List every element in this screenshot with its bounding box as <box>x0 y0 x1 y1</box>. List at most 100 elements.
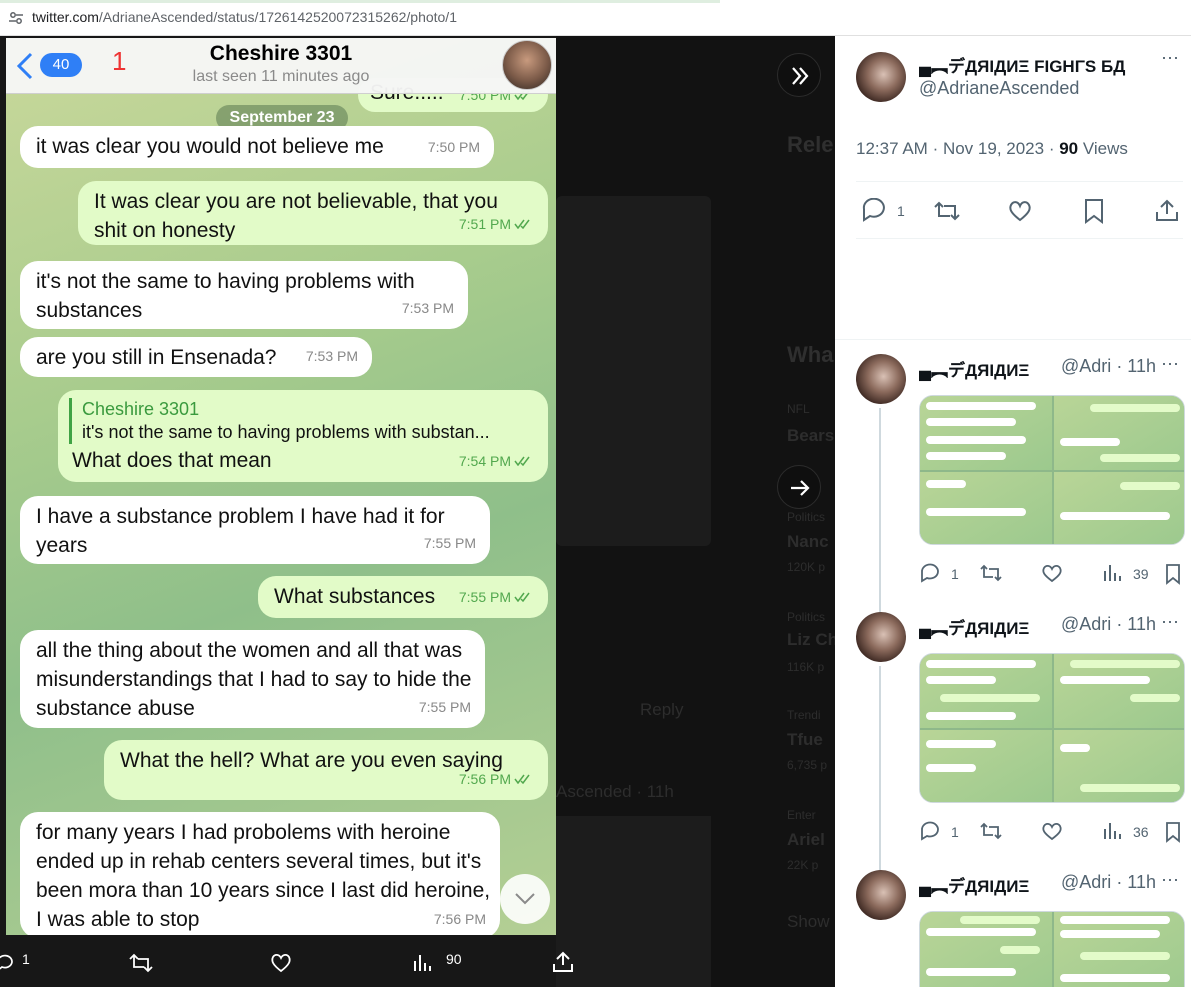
views-count: 90 <box>446 951 462 967</box>
chat-line <box>926 740 996 748</box>
chat-line <box>926 480 966 488</box>
next-image-button[interactable] <box>777 465 821 509</box>
like-heart-icon[interactable] <box>270 953 292 973</box>
reply-author-handle[interactable]: @Adri · 11h <box>1061 614 1156 635</box>
views-chart-icon[interactable] <box>1102 563 1122 583</box>
message-time: 7:54 PM <box>459 447 534 476</box>
chevron-down-icon <box>515 893 535 905</box>
message-time: 7:56 PM <box>459 765 534 794</box>
retweet-icon[interactable] <box>979 822 1003 840</box>
reply-author-handle[interactable]: @Adri · 11h <box>1061 356 1156 377</box>
background-text: Trendi <box>787 708 821 722</box>
read-ticks-icon <box>514 219 530 229</box>
background-text: Enter <box>787 808 816 822</box>
views-chart-icon[interactable] <box>412 953 432 973</box>
last-seen-status: last seen 11 minutes ago <box>192 68 370 85</box>
reply-author-name[interactable]: ▄︻デДЯIДИΞ <box>919 872 1029 897</box>
message-time: 7:51 PM <box>459 210 534 239</box>
reply-icon[interactable] <box>861 198 887 222</box>
background-text: Show <box>787 912 830 931</box>
message-time-text: 7:56 PM <box>458 771 511 787</box>
message-bubble-outgoing: What substances 7:55 PM <box>258 576 548 618</box>
background-text: 22K p <box>787 858 819 872</box>
chat-line <box>1120 482 1180 490</box>
views-count: 90 <box>1059 139 1079 158</box>
retweet-icon[interactable] <box>979 564 1003 582</box>
tweet-date[interactable]: Nov 19, 2023 <box>943 139 1044 158</box>
like-heart-icon[interactable] <box>1008 200 1032 222</box>
reply-age: · 11h <box>1116 614 1157 634</box>
more-options-icon[interactable]: ⋯ <box>1161 870 1180 891</box>
chat-line <box>926 402 1036 410</box>
collapse-sidebar-button[interactable] <box>777 53 821 97</box>
media-action-bar: 1 90 <box>0 935 580 987</box>
reply-image[interactable] <box>919 911 1185 987</box>
background-text: NFL <box>787 402 810 416</box>
divider <box>835 339 1191 340</box>
scroll-to-bottom-button[interactable] <box>500 874 550 924</box>
message-time: 7:50 PM <box>427 139 480 155</box>
reply-author-avatar[interactable] <box>856 870 906 920</box>
message-text: What does that mean <box>72 449 272 472</box>
chat-line <box>940 694 1040 702</box>
message-bubble-incoming: all the thing about the women and all th… <box>20 630 485 728</box>
views-chart-icon[interactable] <box>1102 821 1122 841</box>
background-text: Ariel <box>787 830 825 849</box>
browser-address-bar[interactable]: twitter.com/AdrianeAscended/status/17261… <box>0 0 1191 36</box>
reply-count: 1 <box>951 824 959 840</box>
message-bubble-incoming: for many years I had probolems with hero… <box>20 812 500 935</box>
url-text[interactable]: twitter.com/AdrianeAscended/status/17261… <box>32 9 457 25</box>
more-options-icon[interactable]: ⋯ <box>1161 354 1180 375</box>
reply-icon[interactable] <box>919 821 941 841</box>
bookmark-icon[interactable] <box>1084 198 1104 224</box>
chat-line <box>1130 694 1180 702</box>
like-heart-icon[interactable] <box>1041 564 1063 583</box>
more-options-icon[interactable]: ⋯ <box>1161 612 1180 633</box>
message-text: are you still in Ensenada? <box>36 346 277 369</box>
message-time: 7:53 PM <box>401 300 454 316</box>
reply-image[interactable] <box>919 653 1185 803</box>
reply-author-avatar[interactable] <box>856 612 906 662</box>
divider <box>856 238 1183 239</box>
chat-line <box>1060 512 1170 520</box>
chat-screenshot-image[interactable]: Sure..... 7:50 PM September 23 it was cl… <box>6 38 556 935</box>
contact-avatar[interactable] <box>502 40 552 90</box>
background-text: 120K p <box>787 560 826 574</box>
message-bubble-incoming: I have a substance problem I have had it… <box>20 496 490 564</box>
author-handle[interactable]: @AdrianeAscended <box>919 78 1079 99</box>
reply-icon[interactable] <box>919 563 941 583</box>
share-icon[interactable] <box>1155 198 1179 222</box>
site-settings-icon[interactable] <box>8 10 24 26</box>
author-display-name[interactable]: ▄︻デДЯIДИΞ FIGHΓS БД <box>919 52 1125 77</box>
reply-author-handle[interactable]: @Adri · 11h <box>1061 872 1156 893</box>
background-text: Reply <box>640 700 684 719</box>
double-chevron-right-icon <box>792 67 809 85</box>
tab-strip <box>0 0 720 3</box>
meta-sep: · <box>932 139 943 158</box>
background-text: Politics <box>787 610 826 624</box>
read-ticks-icon <box>514 774 530 784</box>
chat-line <box>926 968 1016 976</box>
reply-image[interactable] <box>919 395 1185 545</box>
reply-author-name[interactable]: ▄︻デДЯIДИΞ <box>919 614 1029 639</box>
message-time: 7:55 PM <box>418 699 471 715</box>
more-options-icon[interactable]: ⋯ <box>1161 48 1180 69</box>
retweet-icon[interactable] <box>933 200 961 222</box>
quoted-message[interactable]: Cheshire 3301 it's not the same to havin… <box>69 398 534 444</box>
bookmark-icon[interactable] <box>1165 821 1181 843</box>
chat-line <box>926 712 1016 720</box>
background-text: Nanc <box>787 532 829 551</box>
tweet-time[interactable]: 12:37 AM <box>856 139 928 158</box>
reply-author-avatar[interactable] <box>856 354 906 404</box>
chat-line <box>1060 930 1160 938</box>
chat-line <box>1080 952 1170 960</box>
like-heart-icon[interactable] <box>1041 822 1063 841</box>
reply-author-name[interactable]: ▄︻デДЯIДИΞ <box>919 356 1029 381</box>
share-icon[interactable] <box>552 951 574 973</box>
bookmark-icon[interactable] <box>1165 563 1181 585</box>
retweet-icon[interactable] <box>128 953 154 973</box>
reply-icon[interactable] <box>0 953 14 971</box>
reply-handle-text: @Adri <box>1061 872 1112 892</box>
background-text: Bears <box>787 426 835 445</box>
author-avatar[interactable] <box>856 52 906 102</box>
